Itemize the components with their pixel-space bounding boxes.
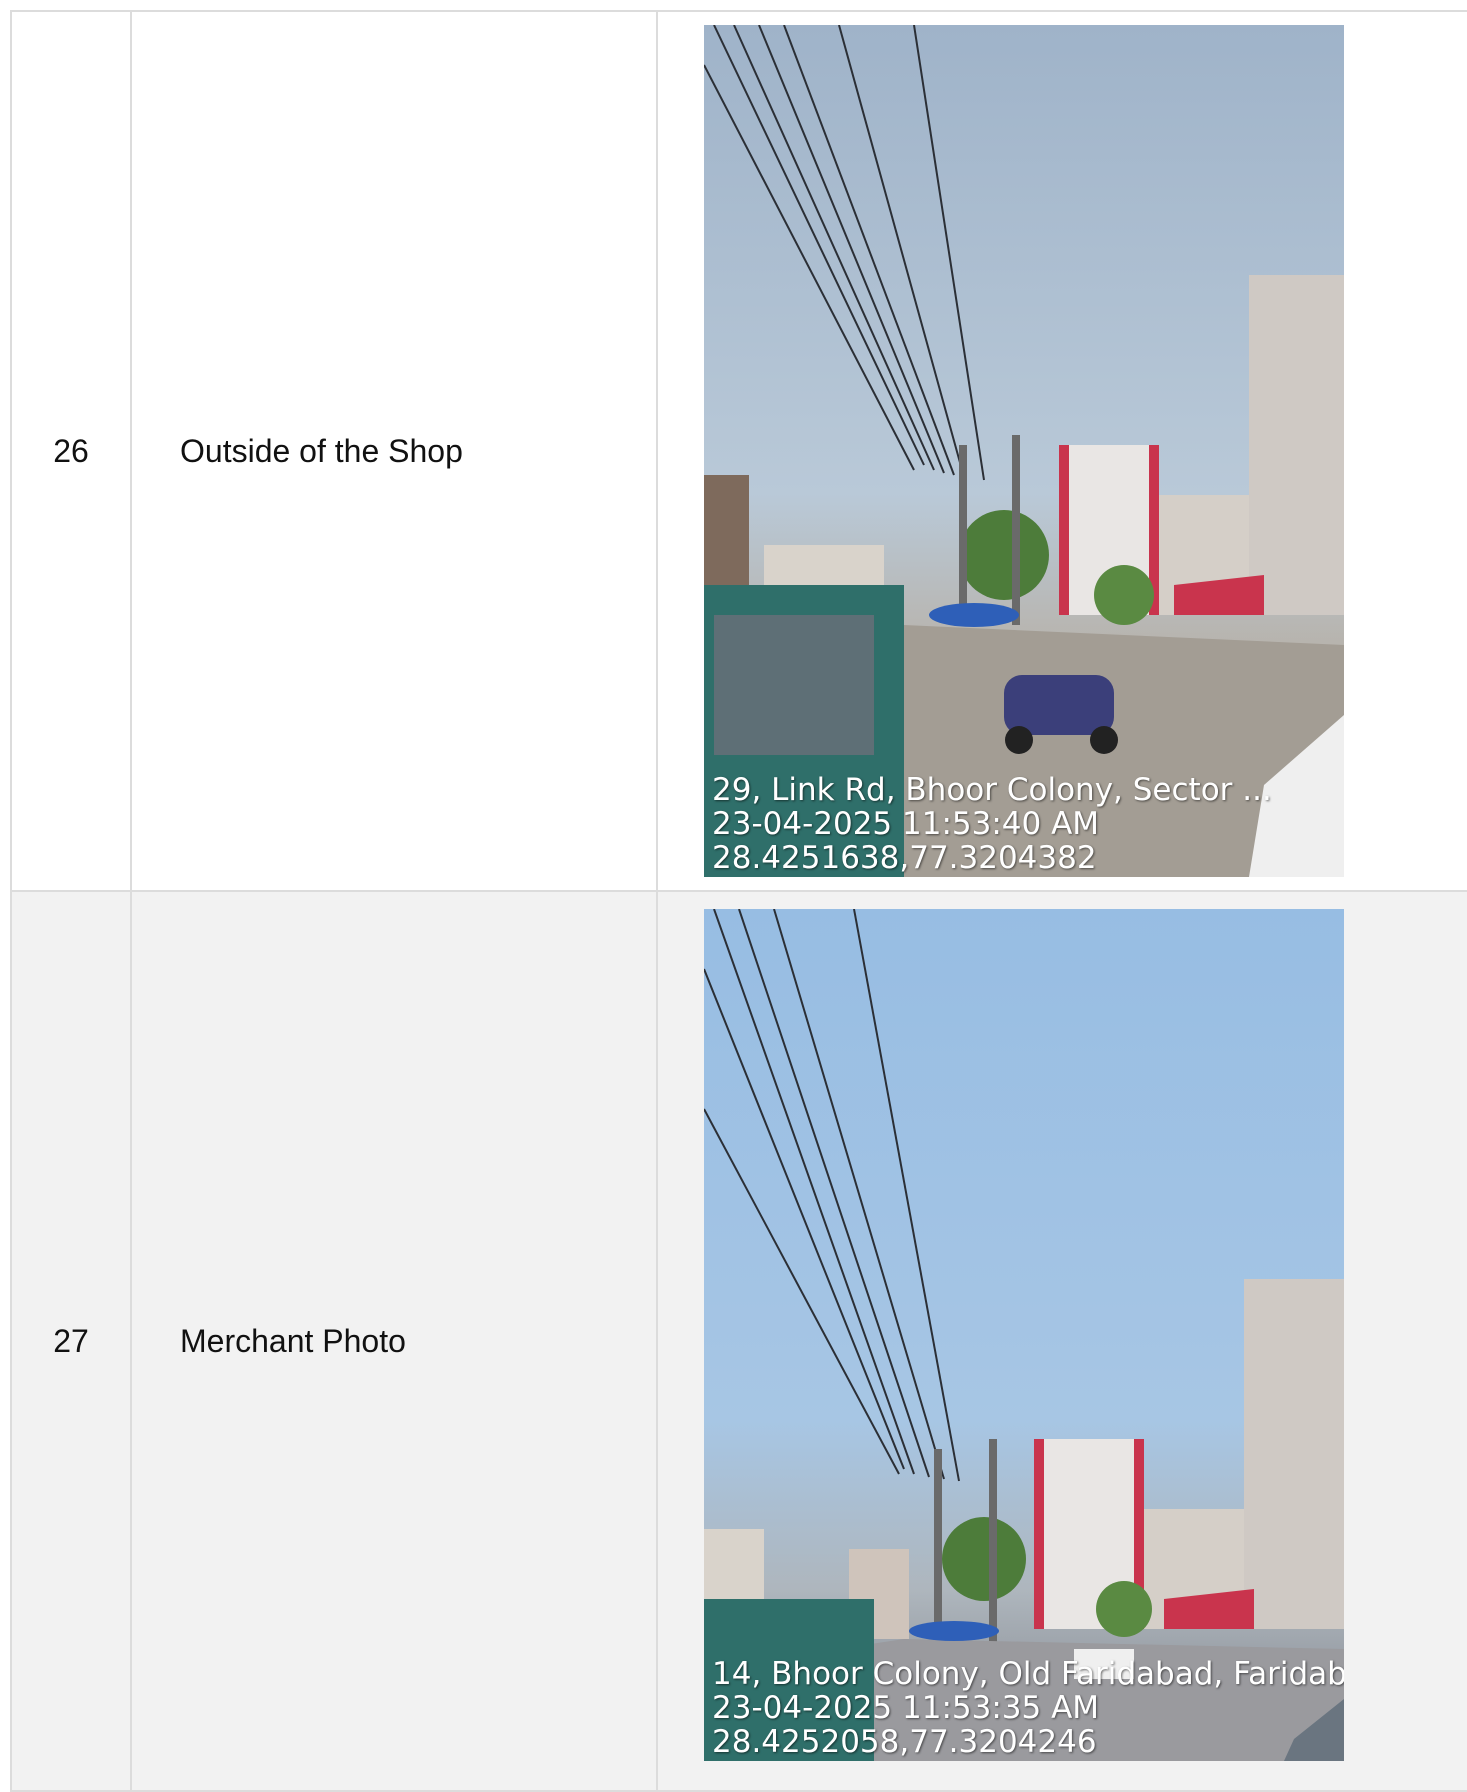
stamp-coordinates: 28.4252058,77.3204246 [712,1724,1097,1760]
photo-stamp: 29, Link Rd, Bhoor Colony, Sector ... 23… [712,773,1272,875]
row-number: 26 [10,10,132,892]
outside-shop-photo[interactable]: 29, Link Rd, Bhoor Colony, Sector ... 23… [704,25,1344,877]
street-photo-icon [704,909,1344,1761]
photo-stamp: 14, Bhoor Colony, Old Faridabad, Faridab… [712,1657,1344,1759]
row-label: Merchant Photo [130,890,658,1792]
stamp-address: 29, Link Rd, Bhoor Colony, Sector ... [712,772,1272,808]
table-row: 26 Outside of the Shop 29, Link Rd, Bhoo… [10,10,1467,892]
photo-report-table: 26 Outside of the Shop 29, Link Rd, Bhoo… [10,10,1467,1792]
stamp-datetime: 23-04-2025 11:53:40 AM [712,806,1100,842]
merchant-photo[interactable]: 14, Bhoor Colony, Old Faridabad, Faridab… [704,909,1344,1761]
row-label: Outside of the Shop [130,10,658,892]
stamp-coordinates: 28.4251638,77.3204382 [712,840,1097,876]
photo-cell: 29, Link Rd, Bhoor Colony, Sector ... 23… [656,10,1467,892]
stamp-address: 14, Bhoor Colony, Old Faridabad, Faridab… [712,1656,1344,1692]
street-photo-icon [704,25,1344,877]
table-row: 27 Merchant Photo 14, Bhoor Colony, Old … [10,890,1467,1792]
stamp-datetime: 23-04-2025 11:53:35 AM [712,1690,1100,1726]
photo-cell: 14, Bhoor Colony, Old Faridabad, Faridab… [656,890,1467,1792]
row-number: 27 [10,890,132,1792]
